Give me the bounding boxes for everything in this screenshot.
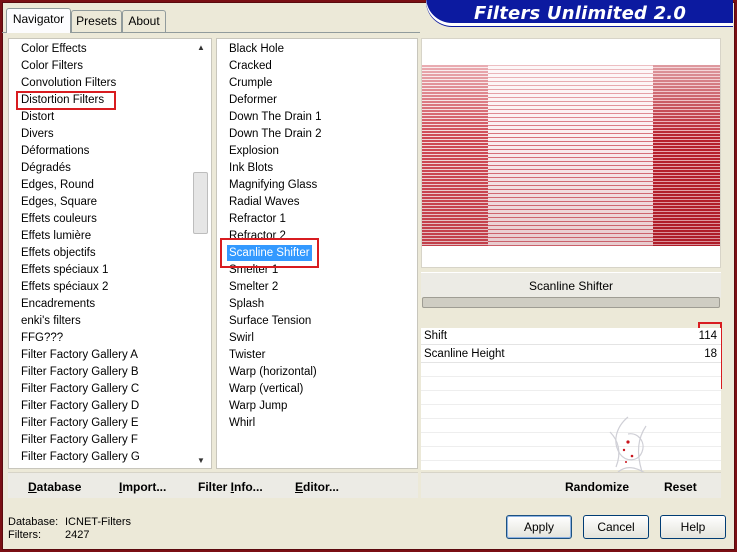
category-list-item[interactable]: Filter Factory Gallery G	[19, 449, 142, 465]
category-list-item[interactable]: Effets spéciaux 2	[19, 279, 110, 295]
filter-list-item[interactable]: Surface Tension	[227, 313, 313, 329]
param-label: Shift	[424, 330, 448, 342]
database-toolbar: Database Import... Filter Info... Editor…	[8, 472, 418, 498]
filter-list-item[interactable]: Warp Jump	[227, 398, 289, 414]
category-list-item[interactable]: Distort	[19, 109, 56, 125]
filters-count-label: Filters:	[8, 529, 41, 541]
filter-list-item[interactable]: Twister	[227, 347, 267, 363]
category-list-item[interactable]: Color Effects	[19, 41, 89, 57]
tab-navigator[interactable]: Navigator	[6, 8, 71, 33]
editor-button[interactable]: Editor...	[295, 480, 339, 494]
category-list-item[interactable]: Effets lumière	[19, 228, 93, 244]
param-value[interactable]: 18	[704, 346, 717, 363]
category-list-item[interactable]: Edges, Round	[19, 177, 96, 193]
database-label: Database:	[8, 516, 59, 528]
category-list-item[interactable]: Filter Factory Gallery D	[19, 398, 141, 414]
filter-list-item[interactable]: Cracked	[227, 58, 274, 74]
filter-highlight-box	[220, 238, 319, 268]
apply-button[interactable]: Apply	[506, 515, 572, 539]
category-list-item[interactable]: FFG???	[19, 330, 65, 346]
category-list-item[interactable]: Effets couleurs	[19, 211, 99, 227]
param-label: Scanline Height	[424, 348, 505, 360]
category-list-item[interactable]: Convolution Filters	[19, 75, 118, 91]
filter-list-item[interactable]: Warp (horizontal)	[227, 364, 319, 380]
param-row-empty	[421, 434, 721, 447]
param-row-empty	[421, 378, 721, 391]
randomize-button[interactable]: Randomize	[565, 480, 629, 494]
category-highlight-box	[16, 91, 116, 110]
preview-slider[interactable]	[422, 297, 720, 308]
filter-list-item[interactable]: Refractor 1	[227, 211, 288, 227]
category-list-item[interactable]: Déformations	[19, 143, 91, 159]
category-list-item[interactable]: Filter Factory Gallery E	[19, 415, 141, 431]
scroll-up-icon[interactable]: ▲	[192, 41, 210, 55]
category-scrollbar[interactable]: ▲ ▼	[192, 39, 210, 468]
category-list-item[interactable]: Filter Factory Gallery B	[19, 364, 141, 380]
database-button[interactable]: Database	[28, 480, 81, 494]
filter-list-item[interactable]: Explosion	[227, 143, 281, 159]
filter-list-item[interactable]: Down The Drain 2	[227, 126, 323, 142]
preset-toolbar: Randomize Reset	[421, 472, 721, 498]
filter-list-item[interactable]: Ink Blots	[227, 160, 275, 176]
param-row-empty	[421, 420, 721, 433]
filter-list-item[interactable]: Magnifying Glass	[227, 177, 319, 193]
category-list-item[interactable]: Filter Factory Gallery A	[19, 347, 140, 363]
preview-shading	[422, 65, 720, 246]
filter-list-item[interactable]: Whirl	[227, 415, 257, 431]
filter-list-item[interactable]: Deformer	[227, 92, 279, 108]
category-list-item[interactable]: Color Filters	[19, 58, 85, 74]
filter-list-item[interactable]: Swirl	[227, 330, 256, 346]
import-button[interactable]: Import...	[119, 480, 166, 494]
param-row-empty	[421, 392, 721, 405]
category-list-item[interactable]: Divers	[19, 126, 56, 142]
filters-count-value: 2427	[65, 529, 90, 541]
window-title: Filters Unlimited 2.0	[474, 3, 687, 24]
selected-filter-name: Scanline Shifter	[421, 272, 721, 298]
filter-list-item[interactable]: Smelter 2	[227, 279, 280, 295]
category-list-item[interactable]: Filter Factory Gallery F	[19, 432, 140, 448]
category-list-item[interactable]: Edges, Square	[19, 194, 99, 210]
scroll-down-icon[interactable]: ▼	[192, 454, 210, 468]
database-value: ICNET-Filters	[65, 516, 131, 528]
param-row-empty	[421, 406, 721, 419]
category-list-item[interactable]: Encadrements	[19, 296, 97, 312]
category-list-item[interactable]: Filter Factory Gallery C	[19, 381, 141, 397]
category-list-item[interactable]: enki's filters	[19, 313, 83, 329]
reset-button[interactable]: Reset	[664, 480, 697, 494]
param-row-shift[interactable]: Shift 114	[421, 328, 721, 345]
tab-presets[interactable]: Presets	[71, 10, 122, 32]
category-list-item[interactable]: Effets spéciaux 1	[19, 262, 110, 278]
scroll-thumb[interactable]	[193, 172, 208, 234]
filter-list-item[interactable]: Down The Drain 1	[227, 109, 323, 125]
help-button[interactable]: Help	[660, 515, 726, 539]
filter-list-item[interactable]: Radial Waves	[227, 194, 302, 210]
cancel-button[interactable]: Cancel	[583, 515, 649, 539]
param-row-scanline-height[interactable]: Scanline Height 18	[421, 346, 721, 363]
category-list-item[interactable]: Effets objectifs	[19, 245, 98, 261]
parameter-panel: Shift 114 Scanline Height 18	[421, 328, 721, 470]
param-value[interactable]: 114	[699, 328, 717, 345]
filter-list-item[interactable]: Splash	[227, 296, 266, 312]
filter-list-item[interactable]: Crumple	[227, 75, 274, 91]
filter-list-item[interactable]: Black Hole	[227, 41, 286, 57]
filter-list-item[interactable]: Warp (vertical)	[227, 381, 305, 397]
category-list-item[interactable]: Dégradés	[19, 160, 73, 176]
tab-about[interactable]: About	[122, 10, 166, 32]
preview-image	[422, 65, 720, 246]
param-row-empty	[421, 364, 721, 377]
filter-info-button[interactable]: Filter Info...	[198, 480, 263, 494]
param-row-empty	[421, 448, 721, 461]
